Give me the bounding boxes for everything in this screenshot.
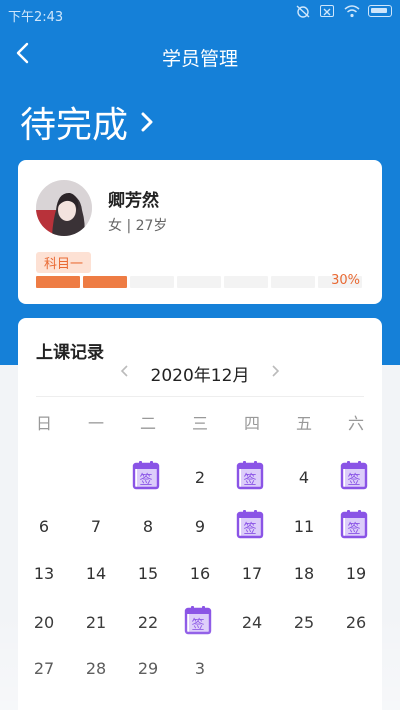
calendar-day[interactable]: 21 [70,603,122,643]
calendar-day[interactable]: 17 [226,554,278,594]
progress-bar [36,276,362,288]
weekday-label: 二 [139,414,156,433]
calendar-day[interactable]: 19 [330,554,382,594]
calendar-day[interactable]: 14 [70,554,122,594]
svg-text:签: 签 [191,617,204,633]
class-records-card: 上课记录 2020年12月 日一二三四五六签 2 签 4 签 6 7 8 9 签 11 签 13 14 15… [18,318,382,710]
calendar-day[interactable]: 24 [226,603,278,643]
calendar-day[interactable]: 16 [174,554,226,594]
subject-badge: 科目一 [36,252,92,273]
calendar-day[interactable]: 9 [174,507,226,547]
progress-segment [36,276,80,288]
page-title: 学员管理 [161,48,238,70]
calendar-day[interactable]: 26 [330,603,382,643]
progress-segment [271,276,315,288]
svg-text:签: 签 [139,472,152,488]
alarm-off-icon [296,5,310,18]
calendar-day[interactable]: 29 [122,649,174,689]
calendar-day[interactable]: 20 [18,603,70,643]
chevron-right-icon [141,112,153,132]
progress-segment [83,276,127,288]
calendar-day[interactable]: 13 [18,554,70,594]
student-name: 卿芳然 [108,191,159,211]
pending-link[interactable]: 待完成 [20,96,156,148]
signed-in-icon[interactable]: 签 [340,461,370,491]
calendar-day[interactable]: 6 [18,507,70,547]
pending-label: 待完成 [20,105,129,146]
student-card[interactable]: 卿芳然 女 | 27岁 科目一 30% [18,160,382,304]
progress-segment [224,276,268,288]
status-time: 下午2:43 [8,10,64,25]
weekday-label: 三 [191,414,208,433]
calendar-day[interactable]: 27 [18,649,70,689]
calendar-day[interactable]: 11 [278,507,330,547]
signed-in-icon[interactable]: 签 [236,461,266,491]
calendar-day[interactable]: 4 [278,458,330,498]
weekday-label: 一 [87,414,104,433]
weekday-label: 五 [295,414,312,433]
signed-in-icon[interactable]: 签 [184,606,214,636]
avatar [36,180,92,236]
weekday-label: 四 [243,414,260,433]
calendar: 日 一 二 三 四 五 六签 2 签 4 签 6 7 8 9 签 11 签 13 14 15 16 17 18 19 20 21 22… [18,318,382,710]
calendar-day[interactable]: 3 [174,649,226,689]
calendar-day[interactable]: 22 [122,603,174,643]
status-bar: 下午2:43 [0,0,400,28]
signed-in-icon[interactable]: 签 [340,510,370,540]
calendar-day[interactable]: 25 [278,603,330,643]
calendar-day[interactable]: 28 [70,649,122,689]
svg-text:签: 签 [347,472,360,488]
progress-percent: 30% [331,273,360,288]
calendar-day[interactable]: 7 [70,507,122,547]
progress-segment [130,276,174,288]
svg-text:签: 签 [347,521,360,537]
sim-off-icon [320,5,334,17]
wifi-icon [344,5,360,18]
calendar-day[interactable]: 18 [278,554,330,594]
progress-segment [177,276,221,288]
calendar-day[interactable]: 8 [122,507,174,547]
weekday-label: 六 [347,414,364,433]
calendar-day[interactable]: 15 [122,554,174,594]
svg-text:签: 签 [243,472,256,488]
calendar-day[interactable]: 2 [174,458,226,498]
signed-in-icon[interactable]: 签 [132,461,162,491]
student-info: 女 | 27岁 [108,218,168,234]
signed-in-icon[interactable]: 签 [236,510,266,540]
weekday-label: 日 [35,414,52,433]
battery-icon [368,5,392,17]
navigation-bar: 学员管理 [0,34,400,78]
svg-text:签: 签 [243,521,256,537]
